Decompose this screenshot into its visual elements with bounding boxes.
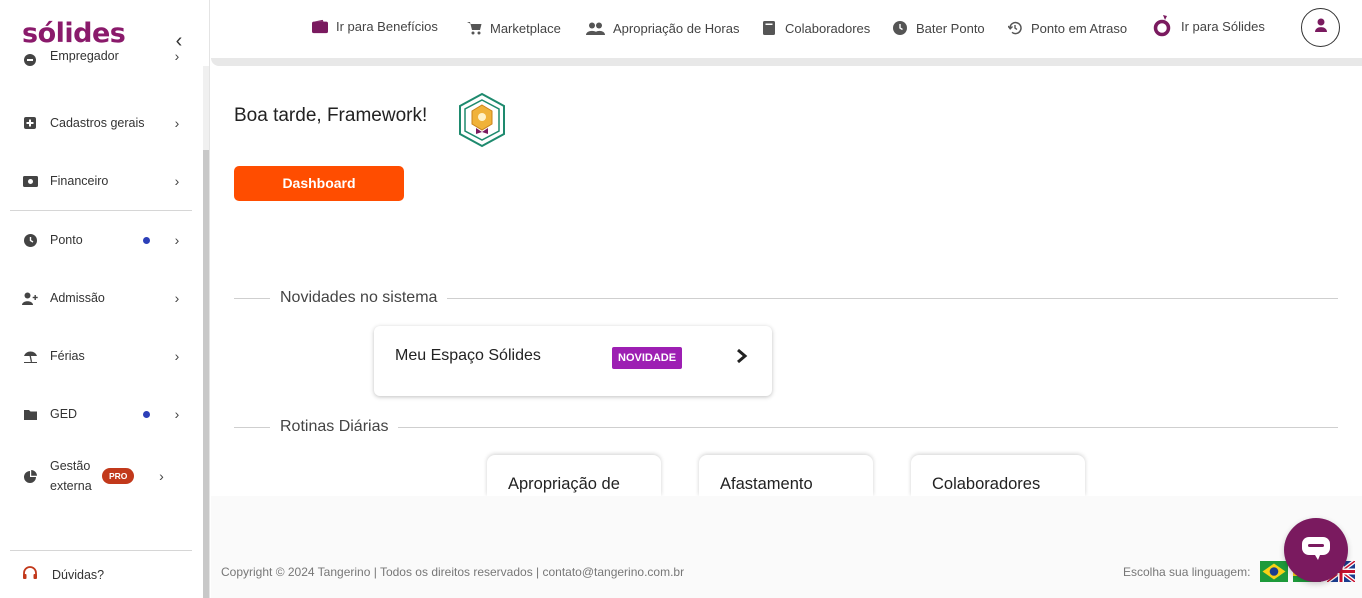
routines-section-title: Rotinas Diárias [270,418,399,436]
sidebar-item-cadastros-gerais[interactable]: Cadastros gerais › [10,103,192,143]
sidebar-item-label: Financeiro [50,174,109,188]
sidebar-item-label: Empregador [50,49,119,63]
nav-bater-ponto[interactable]: Bater Ponto [892,18,985,38]
help-link[interactable]: Dúvidas? [10,560,192,590]
user-add-icon [22,290,38,306]
notification-dot [143,410,150,418]
chevron-right-icon: › [174,173,180,189]
nav-label: Bater Ponto [916,20,985,36]
section-divider [234,427,1338,428]
nav-beneficios[interactable]: Ir para Benefícios [312,16,438,36]
sidebar-item-admissao[interactable]: Admissão › [10,278,192,318]
sidebar-item-label: Gestão externa [50,459,92,493]
routine-card-title: Apropriação de [508,475,620,493]
nav-ponto-em-atraso[interactable]: Ponto em Atraso [1007,18,1127,38]
book-icon [761,20,777,36]
sidebar-item-label: Admissão [50,291,105,305]
app: sólides ‹ Empregador › Cadastros gerais … [0,0,1362,598]
sidebar-scrollbar-thumb[interactable] [203,150,209,598]
chevron-right-icon: › [174,232,180,248]
sidebar-item-ged[interactable]: GED › [10,394,192,434]
chat-icon [1301,535,1331,566]
chevron-right-icon: › [174,406,180,422]
nav-apropriacao-horas[interactable]: Apropriação de Horas [585,18,739,38]
sidebar: sólides ‹ Empregador › Cadastros gerais … [0,0,210,598]
sidebar-divider [10,550,192,551]
notification-dot [143,236,150,244]
chevron-right-icon: › [174,115,180,131]
routine-card-afastamento[interactable]: Afastamento [699,455,873,496]
achievement-badge-icon[interactable] [456,92,508,153]
sidebar-item-financeiro[interactable]: Financeiro › [10,161,192,201]
chevron-right-icon: › [174,348,180,364]
nav-label: Ir para Sólides [1181,18,1265,34]
footer [211,496,1362,598]
chat-support-button[interactable] [1284,518,1348,582]
nav-label: Apropriação de Horas [613,20,740,36]
solides-logo[interactable]: sólides [22,18,126,49]
wallet-icon [312,18,328,34]
chevron-right-icon: › [174,48,180,64]
sidebar-item-label: Férias [50,349,85,363]
dashboard-button[interactable]: Dashboard [234,166,404,201]
employer-icon [22,52,38,68]
sidebar-item-label: Ponto [50,233,83,247]
nav-label: Colaboradores [785,20,871,36]
copyright-text: Copyright © 2024 Tangerino | Todos os di… [221,565,685,579]
sidebar-scrollbar[interactable] [203,66,209,598]
topnav-shadow [211,58,1362,66]
sidebar-item-ferias[interactable]: Férias › [10,336,192,376]
pro-badge: PRO [102,468,135,484]
beach-umbrella-icon [22,348,38,364]
clock-icon [22,232,38,248]
user-icon [1314,18,1327,37]
routine-card-apropriacao[interactable]: Apropriação de [487,455,661,496]
solides-icon [1151,15,1173,37]
nav-ir-para-solides[interactable]: Ir para Sólides [1151,15,1265,37]
top-navigation: Ir para Benefícios Marketplace Apropriaç… [211,0,1362,58]
sidebar-item-gestao-externa[interactable]: Gestão externa PRO › [10,452,192,500]
user-avatar-button[interactable] [1301,8,1340,47]
cart-icon [466,20,482,36]
news-section-title: Novidades no sistema [270,289,448,307]
headset-icon [22,566,40,584]
money-icon [22,173,38,189]
sidebar-item-label: Cadastros gerais [50,116,145,130]
users-icon [585,20,605,36]
help-label: Dúvidas? [52,568,105,582]
nav-label: Ponto em Atraso [1031,20,1128,36]
sidebar-item-label: GED [50,407,78,421]
chevron-right-icon: › [159,468,164,484]
routine-card-title: Colaboradores [932,475,1041,493]
routine-card-colaboradores[interactable]: Colaboradores [911,455,1085,496]
language-label: Escolha sua linguagem: [1123,565,1251,579]
brazil-flag-icon[interactable] [1260,561,1288,582]
plus-square-icon [22,115,38,131]
nav-colaboradores[interactable]: Colaboradores [761,18,870,38]
sidebar-item-empregador[interactable]: Empregador › [10,46,192,74]
nav-label: Marketplace [490,20,561,36]
chevron-right-icon [736,348,748,369]
news-card-title: Meu Espaço Sólides [395,347,541,364]
sidebar-item-ponto[interactable]: Ponto › [10,220,192,260]
new-badge: NOVIDADE [612,347,683,369]
chevron-right-icon: › [174,290,180,306]
history-icon [1007,20,1023,36]
routine-card-title: Afastamento [720,475,813,493]
nav-label: Ir para Benefícios [336,18,438,34]
sidebar-divider [10,210,192,211]
folder-icon [22,406,38,422]
news-card[interactable]: Meu Espaço Sólides NOVIDADE [374,326,772,396]
nav-marketplace[interactable]: Marketplace [466,18,561,38]
clock-icon [892,20,908,36]
greeting-text: Boa tarde, Framework! [234,105,428,126]
pie-chart-icon [22,468,38,484]
